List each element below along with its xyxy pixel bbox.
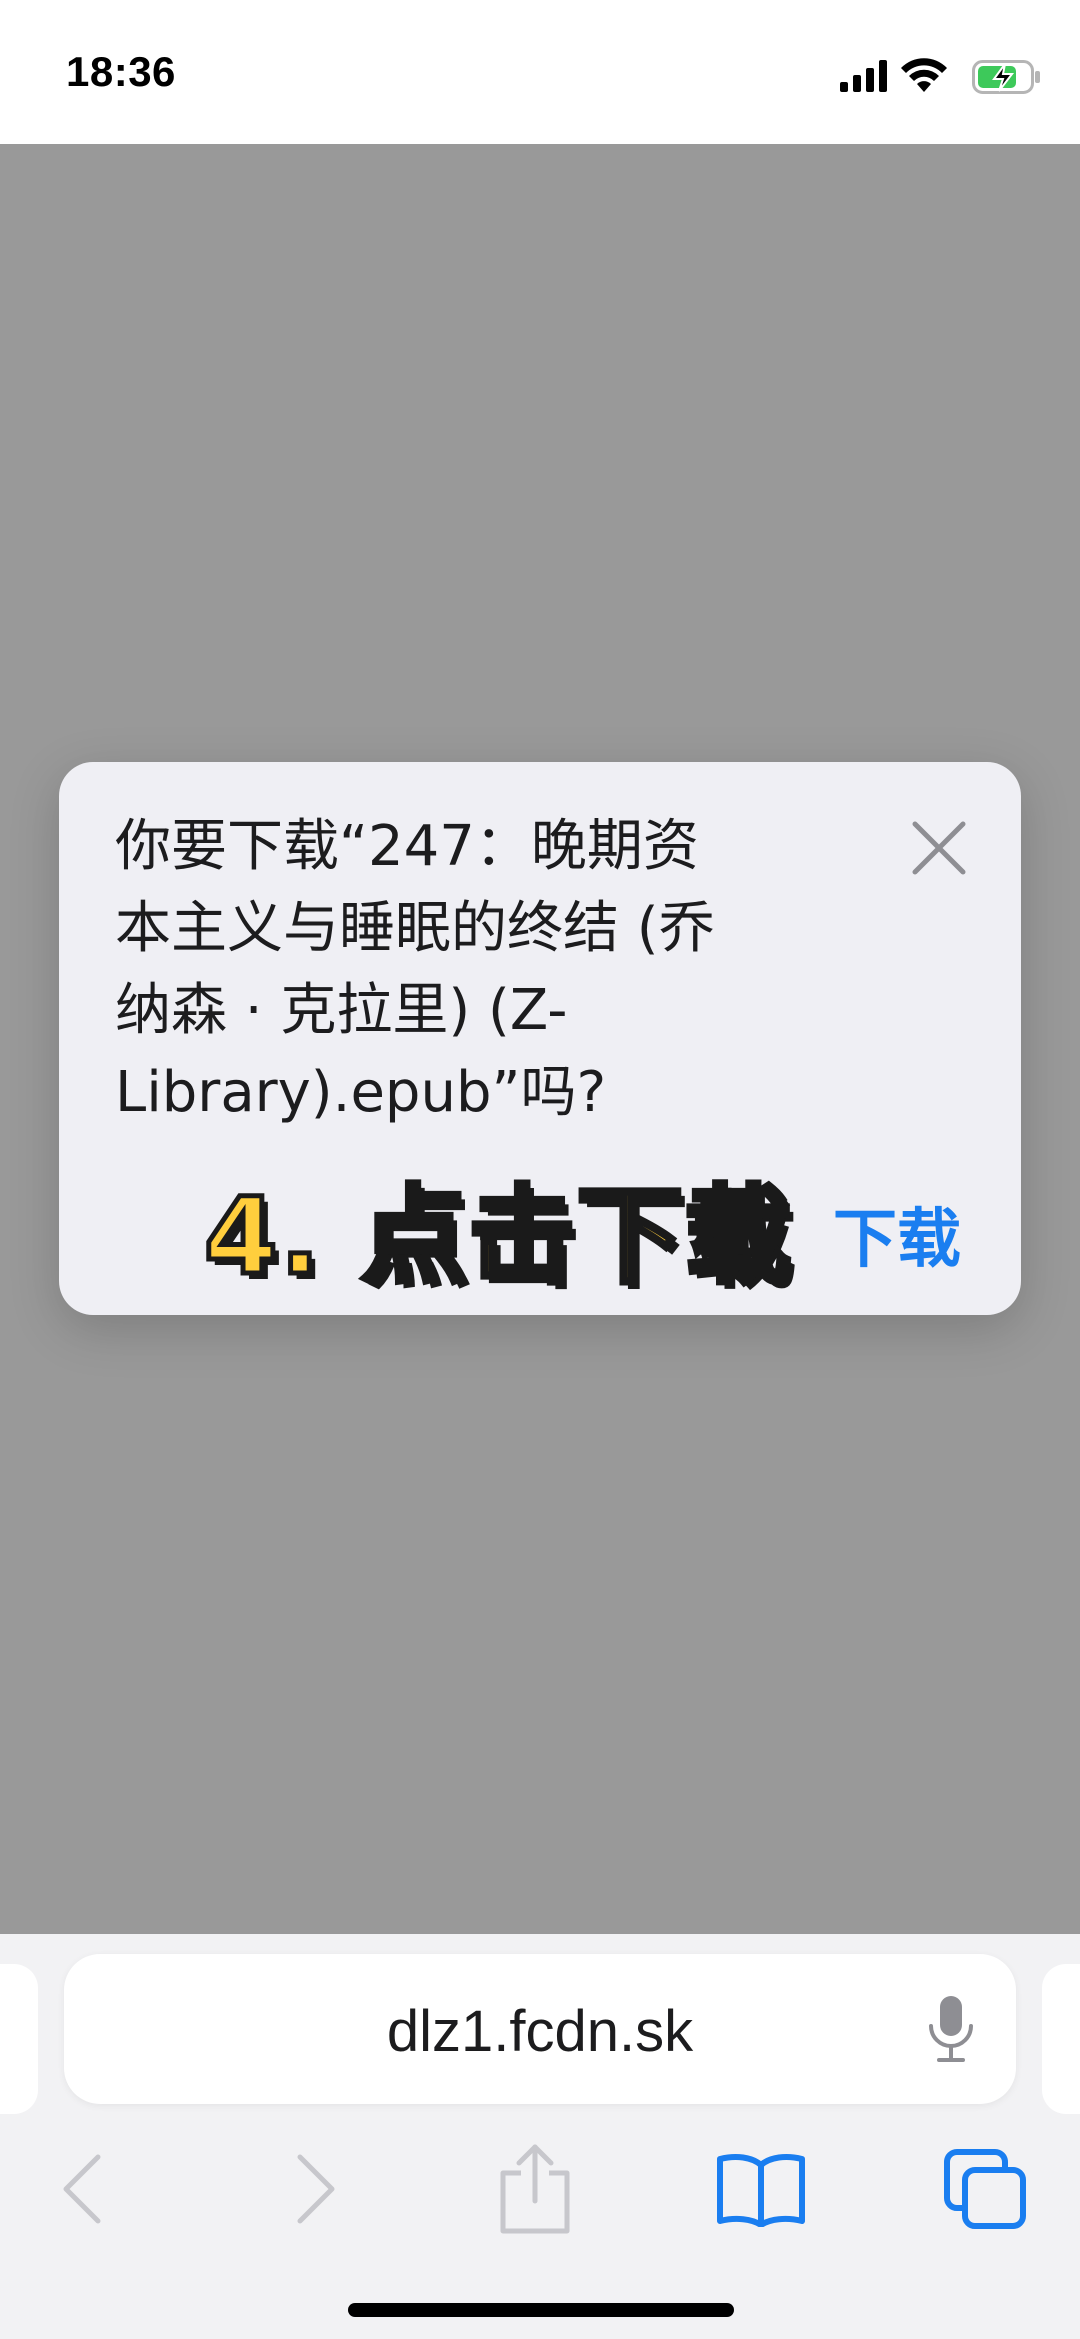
status-time: 18:36 <box>66 48 176 95</box>
home-indicator <box>348 2303 734 2317</box>
dialog-message-line: 纳森 · 克拉里) (Z- <box>115 978 568 1043</box>
forward-button[interactable] <box>260 2134 370 2244</box>
close-icon[interactable] <box>909 818 969 878</box>
back-button[interactable] <box>28 2134 138 2244</box>
battery-charging-icon <box>972 60 1040 94</box>
tutorial-caption: 4. 点击下载 <box>202 1175 794 1298</box>
tabs-button[interactable] <box>930 2134 1040 2244</box>
address-text: dlz1.fcdn.sk <box>386 1999 694 2064</box>
previous-tab-preview[interactable] <box>0 1964 38 2114</box>
dialog-message: 你要下载“247：晚期资 本主义与睡眠的终结 (乔 纳森 · 克拉里) (Z- … <box>115 806 875 1134</box>
share-icon <box>500 2144 570 2234</box>
next-tab-preview[interactable] <box>1042 1964 1080 2114</box>
back-icon <box>63 2154 101 2224</box>
download-button[interactable]: 下载 <box>833 1188 961 1280</box>
tabs-icon <box>944 2149 1026 2229</box>
bookmarks-button[interactable] <box>706 2134 816 2244</box>
status-bar: 18:36 <box>0 0 1080 144</box>
wifi-icon <box>901 58 947 92</box>
dialog-message-line: Library).epub”吗? <box>115 1060 607 1125</box>
address-bar[interactable]: dlz1.fcdn.sk <box>64 1954 1016 2104</box>
forward-icon <box>297 2154 335 2224</box>
microphone-icon[interactable] <box>926 1994 976 2066</box>
navigation-row <box>0 2134 1080 2284</box>
download-dialog: 你要下载“247：晚期资 本主义与睡眠的终结 (乔 纳森 · 克拉里) (Z- … <box>59 762 1021 1315</box>
dialog-message-line: 本主义与睡眠的终结 (乔 <box>115 896 715 961</box>
browser-toolbar: dlz1.fcdn.sk <box>0 1934 1080 2339</box>
bookmarks-icon <box>717 2154 805 2227</box>
share-button[interactable] <box>480 2134 590 2244</box>
signal-icon <box>840 60 887 92</box>
dialog-message-line: 你要下载“247：晚期资 <box>115 814 699 879</box>
